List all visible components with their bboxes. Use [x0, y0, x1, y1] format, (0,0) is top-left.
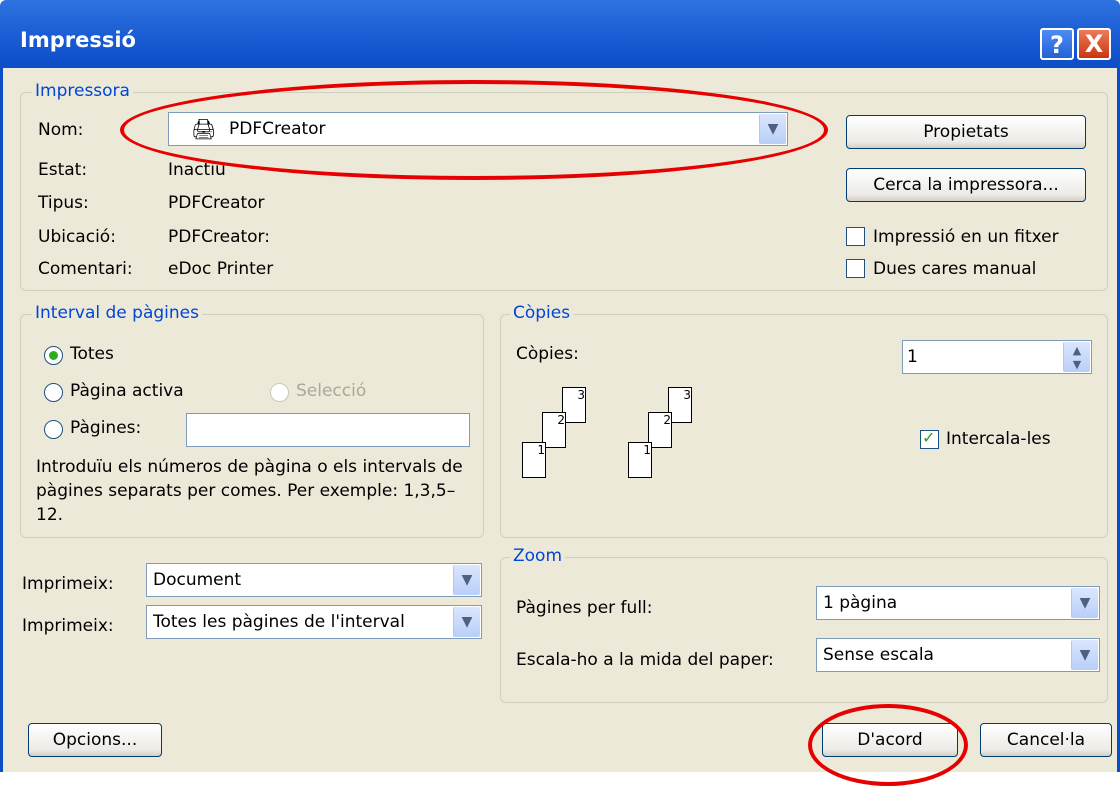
print-to-file-label: Impressió en un fitxer	[873, 227, 1059, 247]
manual-duplex-checkbox[interactable]	[846, 259, 865, 278]
printer-type-value: PDFCreator	[168, 193, 265, 213]
title-bar	[0, 0, 1120, 68]
print-value: Totes les pàgines de l'interval	[153, 612, 405, 632]
radio-all[interactable]	[44, 346, 63, 365]
cancel-button[interactable]: Cancel·la	[980, 723, 1112, 757]
copies-value: 1	[907, 347, 918, 367]
collate-page-1: 1	[628, 442, 652, 478]
radio-pages[interactable]	[44, 420, 63, 439]
printer-type-label: Tipus:	[38, 193, 89, 213]
pages-per-sheet-dropdown[interactable]: 1 pàgina ▼	[816, 586, 1100, 620]
radio-current-page[interactable]	[44, 383, 63, 402]
pages-per-sheet-label: Pàgines per full:	[516, 598, 653, 618]
printer-comment-label: Comentari:	[38, 259, 133, 279]
radio-dot-icon	[49, 351, 58, 360]
chevron-down-icon[interactable]: ▼	[1071, 640, 1098, 670]
collate-label: Intercala-les	[946, 429, 1051, 449]
copies-spinner[interactable]: 1 ▲ ▼	[902, 340, 1092, 374]
scale-label: Escala-ho a la mida del paper:	[516, 650, 774, 670]
zoom-legend: Zoom	[510, 546, 566, 566]
checkmark-icon: ✓	[922, 428, 936, 447]
printer-comment-value: eDoc Printer	[168, 259, 274, 279]
chevron-down-icon[interactable]: ▼	[453, 607, 480, 637]
scale-dropdown[interactable]: Sense escala ▼	[816, 638, 1100, 672]
radio-pages-label: Pàgines:	[70, 418, 142, 438]
annotation-ellipse-ok	[808, 704, 968, 786]
page-range-hint: Introduïu els números de pàgina o els in…	[36, 457, 463, 525]
scale-value: Sense escala	[823, 645, 934, 665]
copies-legend: Còpies	[510, 303, 574, 323]
printer-name-label: Nom:	[38, 120, 84, 140]
print-to-file-checkbox[interactable]	[846, 227, 865, 246]
collate-page-1: 1	[522, 442, 546, 478]
print-what-dropdown[interactable]: Document ▼	[146, 563, 482, 597]
options-button[interactable]: Opcions...	[28, 723, 162, 757]
radio-all-label: Totes	[70, 344, 114, 364]
manual-duplex-label: Dues cares manual	[873, 259, 1037, 279]
radio-selection-label: Selecció	[296, 381, 367, 401]
print-label: Imprimeix:	[22, 616, 114, 636]
pages-per-sheet-value: 1 pàgina	[823, 593, 898, 613]
properties-button[interactable]: Propietats	[846, 115, 1086, 149]
chevron-down-icon[interactable]: ▼	[1071, 588, 1098, 618]
pages-input[interactable]	[186, 413, 470, 447]
printer-location-value: PDFCreator:	[168, 227, 270, 247]
copies-label: Còpies:	[516, 344, 579, 364]
printer-legend: Impressora	[32, 81, 133, 101]
print-what-value: Document	[153, 570, 242, 590]
page-range-legend: Interval de pàgines	[32, 303, 202, 323]
radio-selection[interactable]	[270, 383, 289, 402]
annotation-ellipse-printer	[120, 80, 828, 180]
collate-checkbox[interactable]: ✓	[920, 428, 939, 449]
chevron-down-icon[interactable]: ▼	[453, 565, 480, 595]
printer-location-label: Ubicació:	[38, 227, 116, 247]
close-button[interactable]: X	[1077, 28, 1111, 60]
print-dropdown[interactable]: Totes les pàgines de l'interval ▼	[146, 605, 482, 639]
zoom-group	[500, 557, 1108, 703]
printer-status-label: Estat:	[38, 160, 88, 180]
radio-current-page-label: Pàgina activa	[70, 381, 184, 401]
print-what-label: Imprimeix:	[22, 574, 114, 594]
window-title: Impressió	[20, 28, 136, 52]
help-button[interactable]: ?	[1040, 28, 1074, 60]
find-printer-button[interactable]: Cerca la impressora...	[846, 168, 1086, 202]
spinner-arrows-icon[interactable]: ▲ ▼	[1063, 342, 1090, 372]
